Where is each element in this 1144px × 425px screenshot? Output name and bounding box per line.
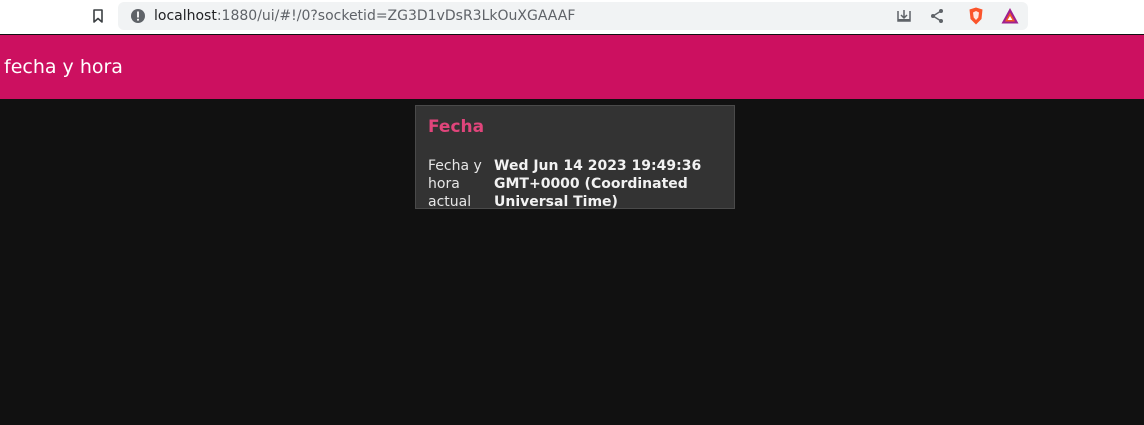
card-title: Fecha [428, 117, 485, 137]
site-info-icon[interactable] [130, 8, 146, 24]
brave-rewards-icon[interactable] [1000, 6, 1020, 26]
install-icon[interactable] [895, 7, 913, 25]
url-path: :1880/ui/#!/0?socketid=ZG3D1vDsR3LkOuXGA… [216, 8, 576, 24]
address-bar[interactable]: localhost:1880/ui/#!/0?socketid=ZG3D1vDs… [118, 2, 1028, 30]
url-host: localhost [154, 8, 217, 24]
fecha-card: Fecha Fecha y hora actual Wed Jun 14 202… [415, 105, 735, 209]
brave-shields-icon[interactable] [966, 6, 986, 26]
datetime-value: Wed Jun 14 2023 19:49:36 GMT+0000 (Coord… [494, 158, 702, 209]
datetime-label: Fecha y hora actual [428, 158, 482, 209]
bookmark-icon[interactable] [90, 8, 106, 24]
share-icon[interactable] [928, 7, 946, 25]
browser-toolbar: localhost:1880/ui/#!/0?socketid=ZG3D1vDs… [0, 0, 1144, 34]
page-title: fecha y hora [4, 56, 123, 78]
app-header: fecha y hora [0, 35, 1144, 99]
url-text[interactable]: localhost:1880/ui/#!/0?socketid=ZG3D1vDs… [154, 7, 575, 25]
